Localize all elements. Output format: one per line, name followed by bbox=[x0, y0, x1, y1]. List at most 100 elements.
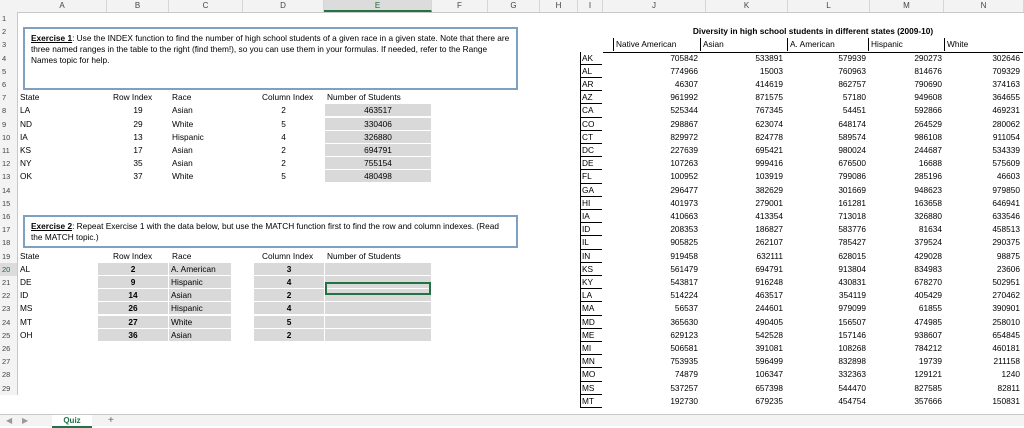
diversity-value: 161281 bbox=[838, 197, 866, 208]
row-header-11[interactable]: 11 bbox=[0, 144, 18, 158]
scroll-left-icon[interactable]: ◀ bbox=[6, 415, 12, 426]
diversity-state: MA bbox=[580, 302, 602, 316]
ex2-row-index[interactable]: 27 bbox=[98, 315, 168, 328]
diversity-value: 919458 bbox=[670, 250, 698, 261]
row-header-4[interactable]: 4 bbox=[0, 51, 18, 65]
diversity-value: 543817 bbox=[670, 277, 698, 287]
col-header-C[interactable]: C bbox=[169, 0, 243, 12]
col-header-L[interactable]: L bbox=[788, 0, 870, 12]
ex2-col-index[interactable]: 2 bbox=[254, 289, 324, 302]
ex2-row-index[interactable]: 9 bbox=[98, 276, 168, 288]
row-header-25[interactable]: 25 bbox=[0, 328, 18, 342]
diversity-value: 296477 bbox=[670, 184, 698, 195]
col-header-M[interactable]: M bbox=[870, 0, 944, 12]
ex2-race[interactable]: Asian bbox=[169, 289, 231, 302]
row-header-9[interactable]: 9 bbox=[0, 117, 18, 131]
diversity-value: 405429 bbox=[914, 290, 942, 301]
col-header-B[interactable]: B bbox=[107, 0, 169, 12]
ex1-num-students[interactable]: 463517 bbox=[325, 104, 431, 117]
col-header-F[interactable]: F bbox=[432, 0, 488, 12]
ex1-num-students[interactable]: 480498 bbox=[325, 170, 431, 183]
diversity-value: 150831 bbox=[992, 395, 1020, 406]
ex2-num-students[interactable] bbox=[325, 302, 431, 315]
row-header-23[interactable]: 23 bbox=[0, 302, 18, 316]
row-header-26[interactable]: 26 bbox=[0, 342, 18, 356]
ex2-num-students[interactable] bbox=[325, 315, 431, 328]
col-header-G[interactable]: G bbox=[488, 0, 540, 12]
diversity-value: 54451 bbox=[842, 105, 866, 116]
diversity-value: 537257 bbox=[670, 382, 698, 393]
col-header-E[interactable]: E bbox=[324, 0, 432, 12]
ex2-race[interactable]: Hispanic bbox=[169, 302, 231, 315]
col-header-D[interactable]: D bbox=[243, 0, 324, 12]
ex2-state: MT bbox=[20, 316, 32, 327]
ex1-state: KS bbox=[20, 145, 32, 155]
sheet-tab-quiz[interactable]: Quiz bbox=[52, 415, 92, 428]
row-header-17[interactable]: 17 bbox=[0, 223, 18, 237]
ex2-row-index[interactable]: 2 bbox=[98, 262, 168, 275]
diversity-value: 583776 bbox=[838, 224, 866, 235]
diversity-value: 654845 bbox=[992, 329, 1020, 340]
ex2-col-index[interactable]: 5 bbox=[254, 315, 324, 328]
col-header-A[interactable]: A bbox=[18, 0, 107, 12]
row-header-18[interactable]: 18 bbox=[0, 236, 18, 250]
add-sheet-button[interactable]: + bbox=[108, 415, 114, 426]
row-header-12[interactable]: 12 bbox=[0, 157, 18, 171]
ex2-col-index[interactable]: 4 bbox=[254, 302, 324, 315]
ex1-num-students[interactable]: 755154 bbox=[325, 157, 431, 170]
ex2-race[interactable]: White bbox=[169, 315, 231, 328]
ex2-row-index[interactable]: 36 bbox=[98, 328, 168, 341]
ex2-col-index[interactable]: 2 bbox=[254, 328, 324, 341]
scroll-right-icon[interactable]: ▶ bbox=[22, 415, 28, 426]
ex2-num-students[interactable] bbox=[325, 328, 431, 341]
ex2-race[interactable]: Hispanic bbox=[169, 276, 231, 288]
diversity-value: 829972 bbox=[670, 131, 698, 142]
ex1-num-students[interactable]: 326880 bbox=[325, 130, 431, 143]
row-header-6[interactable]: 6 bbox=[0, 78, 18, 92]
row-header-24[interactable]: 24 bbox=[0, 315, 18, 329]
row-header-19[interactable]: 19 bbox=[0, 249, 18, 263]
active-cell-cursor[interactable] bbox=[325, 282, 431, 295]
ex1-num-students[interactable]: 330406 bbox=[325, 117, 431, 130]
diversity-value: 657398 bbox=[755, 382, 783, 393]
ex2-num-students[interactable] bbox=[325, 262, 431, 275]
diversity-value: 390901 bbox=[992, 303, 1020, 314]
diversity-value: 279001 bbox=[755, 197, 783, 208]
row-header-20[interactable]: 20 bbox=[0, 262, 18, 276]
col-header-N[interactable]: N bbox=[944, 0, 1024, 12]
diversity-value: 506581 bbox=[670, 343, 698, 353]
col-header-H[interactable]: H bbox=[540, 0, 578, 12]
ex2-race[interactable]: Asian bbox=[169, 328, 231, 341]
row-header-22[interactable]: 22 bbox=[0, 289, 18, 303]
col-header-K[interactable]: K bbox=[706, 0, 788, 12]
col-header-J[interactable]: J bbox=[603, 0, 706, 12]
ex2-race[interactable]: A. American bbox=[169, 262, 231, 275]
row-header-16[interactable]: 16 bbox=[0, 210, 18, 224]
row-header-10[interactable]: 10 bbox=[0, 130, 18, 144]
ex1-num-students[interactable]: 694791 bbox=[325, 144, 431, 156]
row-header-3[interactable]: 3 bbox=[0, 38, 18, 52]
row-header-5[interactable]: 5 bbox=[0, 64, 18, 78]
row-header-27[interactable]: 27 bbox=[0, 355, 18, 369]
diversity-value: 364655 bbox=[992, 92, 1020, 103]
ex2-row-index[interactable]: 26 bbox=[98, 302, 168, 315]
diversity-value: 208353 bbox=[670, 224, 698, 235]
ex2-row-index[interactable]: 14 bbox=[98, 289, 168, 302]
row-header-1[interactable]: 1 bbox=[0, 12, 18, 26]
ex1-header-num-students: Number of Students bbox=[327, 92, 401, 103]
ex2-col-index[interactable]: 3 bbox=[254, 262, 324, 275]
diversity-value: 827585 bbox=[914, 382, 942, 393]
diversity-state: IN bbox=[580, 249, 602, 263]
row-header-8[interactable]: 8 bbox=[0, 104, 18, 118]
row-header-29[interactable]: 29 bbox=[0, 381, 18, 395]
row-header-15[interactable]: 15 bbox=[0, 196, 18, 210]
row-header-14[interactable]: 14 bbox=[0, 183, 18, 197]
row-header-2[interactable]: 2 bbox=[0, 25, 18, 39]
row-header-21[interactable]: 21 bbox=[0, 276, 18, 290]
row-header-13[interactable]: 13 bbox=[0, 170, 18, 184]
row-header-28[interactable]: 28 bbox=[0, 368, 18, 382]
diversity-value: 533891 bbox=[755, 52, 783, 63]
ex2-col-index[interactable]: 4 bbox=[254, 276, 324, 288]
row-header-7[interactable]: 7 bbox=[0, 91, 18, 105]
col-header-I[interactable]: I bbox=[578, 0, 603, 12]
